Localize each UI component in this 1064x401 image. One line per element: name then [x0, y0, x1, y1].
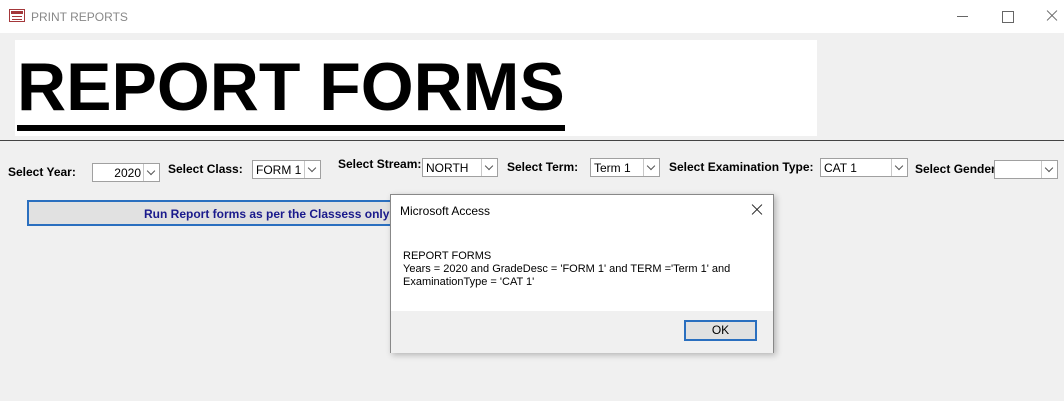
year-select[interactable]: 2020	[92, 163, 160, 182]
year-label: Select Year:	[8, 165, 76, 179]
close-icon[interactable]	[749, 202, 765, 218]
stream-select[interactable]: NORTH	[422, 158, 498, 177]
class-select[interactable]: FORM 1	[252, 160, 321, 179]
maximize-icon[interactable]	[997, 6, 1017, 26]
ok-button[interactable]: OK	[684, 320, 757, 341]
exam-type-value: CAT 1	[824, 161, 857, 175]
window-title: PRINT REPORTS	[31, 10, 128, 24]
chevron-down-icon[interactable]	[1041, 161, 1057, 178]
close-icon[interactable]	[1042, 6, 1062, 26]
dialog-title: Microsoft Access	[400, 204, 491, 218]
gender-label: Select Gender:	[915, 162, 1000, 176]
chevron-down-icon[interactable]	[643, 159, 659, 176]
dialog-message-line: Years = 2020 and GradeDesc = 'FORM 1' an…	[403, 263, 731, 275]
run-report-forms-label: Run Report forms as per the Classess onl…	[144, 207, 414, 221]
class-label: Select Class:	[168, 162, 243, 176]
term-value: Term 1	[594, 161, 631, 175]
minimize-icon[interactable]	[953, 6, 973, 26]
year-value: 2020	[114, 166, 141, 180]
message-dialog: Microsoft Access REPORT FORMS Years = 20…	[390, 194, 774, 353]
stream-value: NORTH	[426, 161, 469, 175]
divider	[0, 140, 1064, 141]
dialog-message-line: ExaminationType = 'CAT 1'	[403, 276, 535, 288]
term-select[interactable]: Term 1	[590, 158, 660, 177]
access-form-icon	[9, 9, 25, 22]
dialog-message-line: REPORT FORMS	[403, 250, 492, 262]
chevron-down-icon[interactable]	[304, 161, 320, 178]
chevron-down-icon[interactable]	[891, 159, 907, 176]
page-title: REPORT FORMS	[17, 49, 565, 131]
dialog-footer: OK	[391, 311, 773, 353]
chevron-down-icon[interactable]	[143, 164, 159, 181]
run-report-forms-button[interactable]: Run Report forms as per the Classess onl…	[27, 200, 414, 226]
term-label: Select Term:	[507, 160, 579, 174]
title-bar: PRINT REPORTS	[0, 0, 1064, 33]
stream-label: Select Stream:	[338, 157, 422, 171]
exam-type-select[interactable]: CAT 1	[820, 158, 908, 177]
gender-select[interactable]	[994, 160, 1058, 179]
exam-type-label: Select Examination Type:	[669, 160, 814, 174]
chevron-down-icon[interactable]	[481, 159, 497, 176]
class-value: FORM 1	[256, 163, 302, 177]
